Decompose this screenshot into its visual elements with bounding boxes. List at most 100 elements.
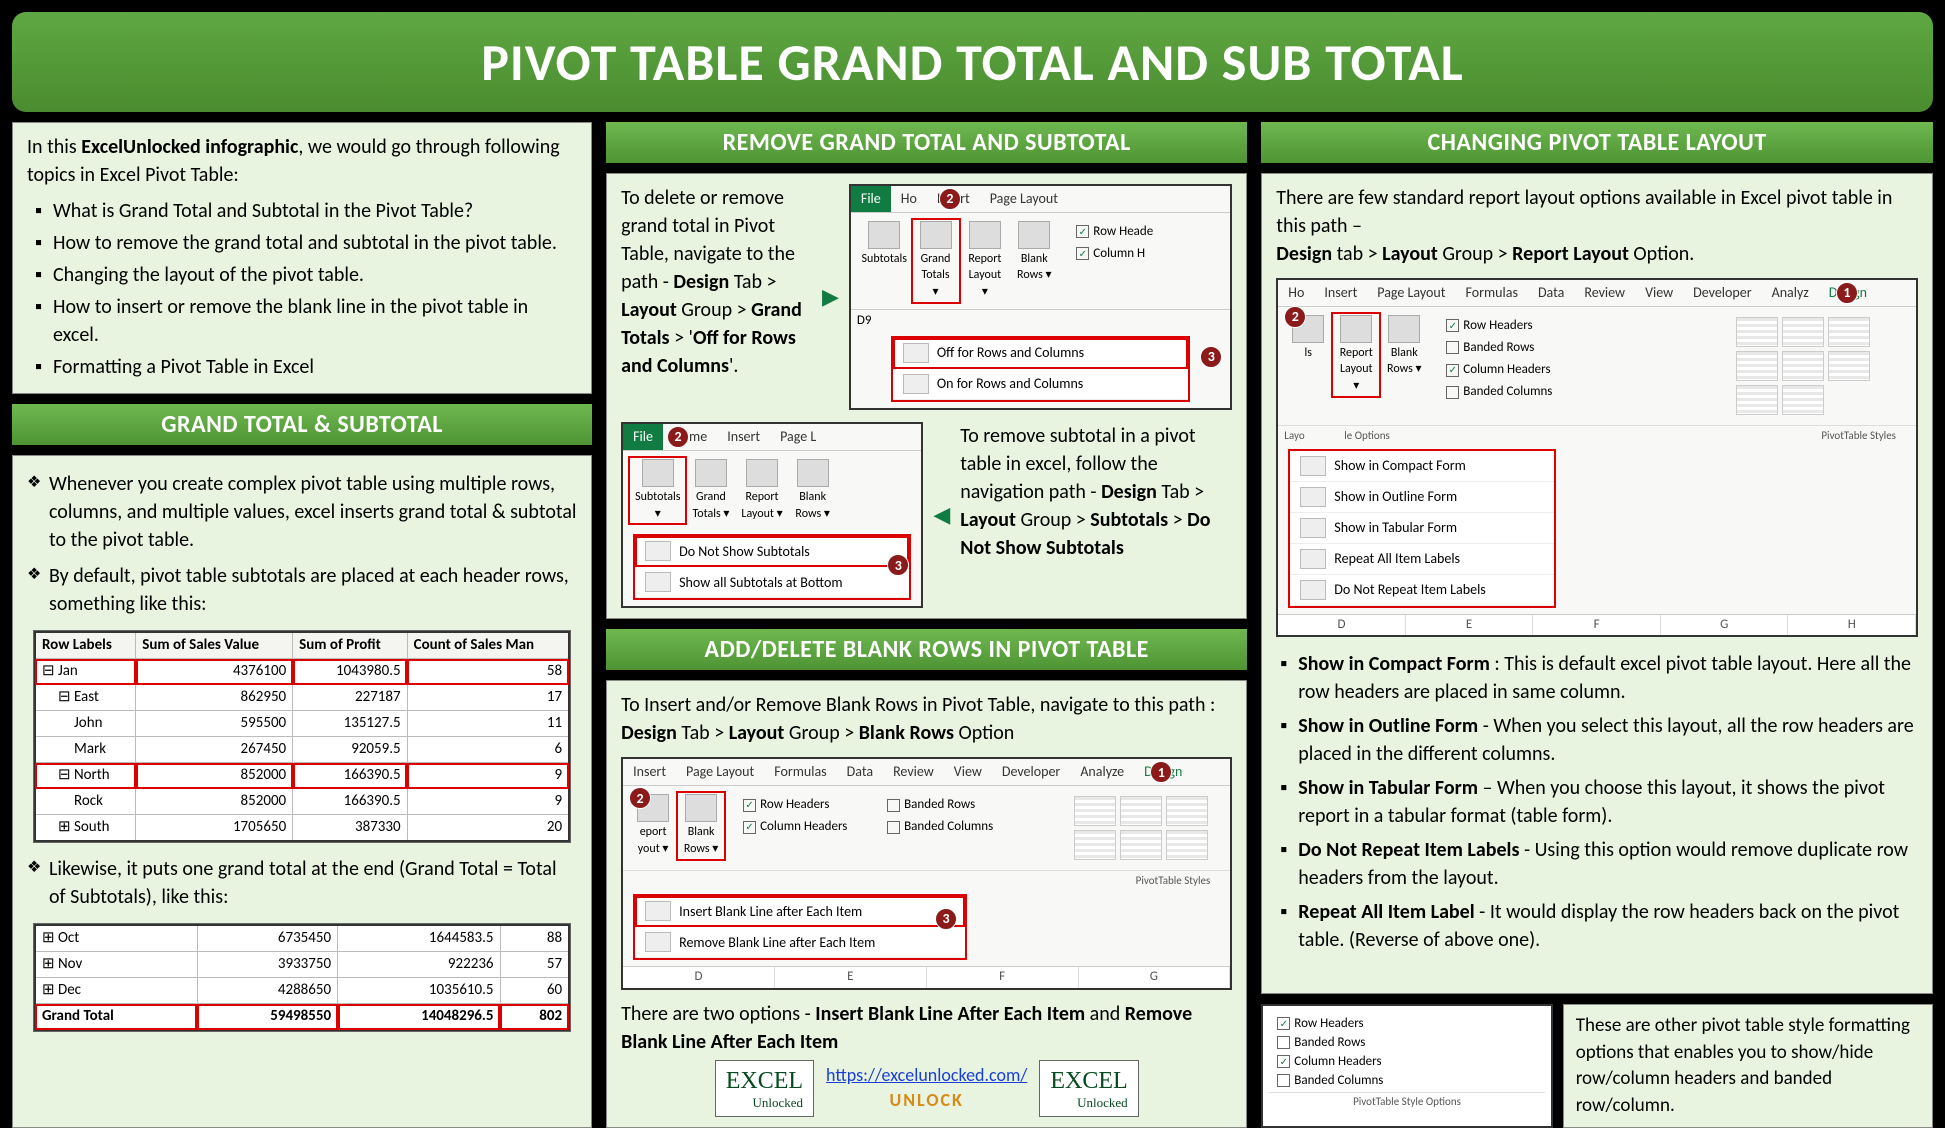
ribbon-tab[interactable]: Page L <box>770 424 826 450</box>
ribbon-tab[interactable]: Developer <box>1683 280 1761 306</box>
sec-layout-body: There are few standard report layout opt… <box>1261 173 1933 994</box>
sec-remove-body: To delete or remove grand total in Pivot… <box>606 173 1247 619</box>
menu-item[interactable]: Do Not Repeat Item Labels <box>1290 575 1554 606</box>
ribbon-button[interactable]: ReportLayout ▾ <box>735 457 788 525</box>
ribbon-tab[interactable]: Insert <box>1314 280 1367 306</box>
checkbox-option[interactable]: ✓Column H <box>1076 245 1216 263</box>
sec-blank-header: ADD/DELETE BLANK ROWS IN PIVOT TABLE <box>606 629 1247 670</box>
list-item: Repeat All Item Label - It would display… <box>1276 895 1918 957</box>
ribbon-button[interactable]: BlankRows ▾ <box>677 792 725 860</box>
ribbon-tab[interactable]: Review <box>883 759 944 785</box>
logo-left: EXCEL Unlocked <box>715 1060 814 1118</box>
sec-gtst-body: Whenever you create complex pivot table … <box>12 455 592 1128</box>
ribbon-button[interactable]: ReportLayout ▾ <box>1332 313 1380 397</box>
list-item: Show in Outline Form - When you select t… <box>1276 709 1918 771</box>
styles-gallery-2[interactable] <box>1732 313 1910 419</box>
ribbon-tab[interactable]: Page Layout <box>980 186 1068 212</box>
ribbon-tab[interactable]: Formulas <box>764 759 836 785</box>
menu-item[interactable]: Do Not Show Subtotals <box>635 536 909 567</box>
footer: EXCEL Unlocked https://excelunlocked.com… <box>621 1060 1232 1118</box>
checkbox-option[interactable]: Banded Columns <box>887 818 1027 836</box>
checkbox-option[interactable]: ✓Column Headers <box>1277 1054 1417 1069</box>
pivot-table-1: Row LabelsSum of Sales ValueSum of Profi… <box>33 630 571 843</box>
step-badge-3c: 3 <box>935 908 957 930</box>
ribbon-tab[interactable]: Analyz <box>1762 280 1819 306</box>
menu-item[interactable]: Remove Blank Line after Each Item <box>635 927 965 958</box>
ribbon-tab[interactable]: Developer <box>992 759 1070 785</box>
ribbon-button[interactable]: ReportLayout ▾ <box>960 219 1011 303</box>
checkbox-option[interactable]: ✓Row Headers <box>1446 317 1586 335</box>
ribbon-button[interactable]: GrandTotals ▾ <box>686 457 735 525</box>
checkbox-option[interactable]: ✓Row Headers <box>743 796 883 814</box>
blank-text2: There are two options - Insert Blank Lin… <box>621 1000 1232 1056</box>
checkbox-option[interactable]: Banded Columns <box>1446 383 1586 401</box>
columns: In this ExcelUnlocked infographic, we wo… <box>12 122 1933 1128</box>
menu-item[interactable]: Show in Compact Form <box>1290 451 1554 482</box>
ribbon-tab[interactable]: View <box>1635 280 1683 306</box>
col-left: In this ExcelUnlocked infographic, we wo… <box>12 122 592 1128</box>
ribbon-tab[interactable]: Ho <box>1278 280 1314 306</box>
ribbon-tab[interactable]: Data <box>1528 280 1574 306</box>
gtst-b1: Whenever you create complex pivot table … <box>27 466 577 558</box>
site-link[interactable]: https://excelunlocked.com/ <box>826 1064 1027 1086</box>
ribbon-tab[interactable]: Review <box>1574 280 1635 306</box>
checkbox-option[interactable]: ✓Column Headers <box>743 818 883 836</box>
checkbox-option[interactable]: Banded Rows <box>1277 1035 1417 1050</box>
layout-options-list: Show in Compact Form : This is default e… <box>1276 647 1918 957</box>
ribbon-tab[interactable]: Page Layout <box>1367 280 1455 306</box>
col-right: CHANGING PIVOT TABLE LAYOUT There are fe… <box>1261 122 1933 1128</box>
unlock-label: UNLOCK <box>889 1089 963 1111</box>
ribbon-button[interactable]: GrandTotals ▾ <box>912 219 960 303</box>
ribbon-tab[interactable]: File <box>623 424 663 450</box>
ribbon-tab[interactable]: Analyze <box>1070 759 1134 785</box>
remove-st-ribbon: FileHomeInsertPage L Subtotals▾GrandTota… <box>621 422 923 608</box>
list-item: What is Grand Total and Subtotal in the … <box>33 195 577 227</box>
gtst-b2: By default, pivot table subtotals are pl… <box>27 558 577 622</box>
arrow-right-icon: ▶ <box>822 282 839 313</box>
intro-block: In this ExcelUnlocked infographic, we wo… <box>12 122 592 394</box>
remove-gt-ribbon: FileHoInsertPage Layout SubtotalsGrandTo… <box>849 184 1232 410</box>
checkbox-option[interactable]: Banded Rows <box>1446 339 1586 357</box>
checkbox-option[interactable]: Banded Columns <box>1277 1073 1417 1088</box>
list-item: Show in Compact Form : This is default e… <box>1276 647 1918 709</box>
styles-gallery[interactable] <box>1070 792 1225 864</box>
ribbon-button[interactable]: BlankRows ▾ <box>1010 219 1058 303</box>
col-mid: REMOVE GRAND TOTAL AND SUBTOTAL To delet… <box>606 122 1247 1128</box>
menu-item[interactable]: Insert Blank Line after Each Item <box>635 896 965 927</box>
sec-blank-body: To Insert and/or Remove Blank Rows in Pi… <box>606 680 1247 1128</box>
remove-gt-text: To delete or remove grand total in Pivot… <box>621 184 812 380</box>
menu-item[interactable]: Show in Outline Form <box>1290 482 1554 513</box>
ribbon-button[interactable]: BlankRows ▾ <box>1380 313 1428 397</box>
ribbon-button[interactable]: Subtotals <box>857 219 912 303</box>
checkbox-option[interactable]: ✓Column Headers <box>1446 361 1586 379</box>
ribbon-button[interactable]: Subtotals▾ <box>629 457 686 525</box>
ribbon-button[interactable]: BlankRows ▾ <box>789 457 837 525</box>
checkbox-option[interactable]: Banded Rows <box>887 796 1027 814</box>
ribbon-tab[interactable]: Ho <box>891 186 927 212</box>
page-title: PIVOT TABLE GRAND TOTAL AND SUB TOTAL <box>12 12 1933 112</box>
pivot-table-2: ⊞ Oct67354501644583.588⊞ Nov393375092223… <box>33 923 571 1032</box>
menu-item[interactable]: Off for Rows and Columns <box>893 338 1188 369</box>
intro-topics: What is Grand Total and Subtotal in the … <box>27 195 577 383</box>
style-opts-box: ✓Row Headers Banded Rows ✓Column Headers Ba… <box>1261 1004 1552 1128</box>
remove-st-text: To remove subtotal in a pivot table in e… <box>960 422 1232 562</box>
sec-layout-header: CHANGING PIVOT TABLE LAYOUT <box>1261 122 1933 163</box>
ribbon-tab[interactable]: Page Layout <box>676 759 764 785</box>
ribbon-tab[interactable]: Formulas <box>1455 280 1527 306</box>
ribbon-tab[interactable]: Data <box>837 759 883 785</box>
list-item: Do Not Repeat Item Labels - Using this o… <box>1276 833 1918 895</box>
ribbon-tab[interactable]: Insert <box>717 424 770 450</box>
list-item: Formatting a Pivot Table in Excel <box>33 351 577 383</box>
checkbox-option[interactable]: ✓Row Headers <box>1277 1016 1417 1031</box>
checkbox-option[interactable]: ✓Row Heade <box>1076 223 1216 241</box>
menu-item[interactable]: Show in Tabular Form <box>1290 513 1554 544</box>
step-badge-2: 2 <box>939 188 961 210</box>
menu-item[interactable]: Show all Subtotals at Bottom <box>635 567 909 598</box>
ribbon-tab[interactable]: File <box>851 186 891 212</box>
menu-item[interactable]: On for Rows and Columns <box>893 369 1188 400</box>
layout-text1: There are few standard report layout opt… <box>1276 184 1918 268</box>
menu-item[interactable]: Repeat All Item Labels <box>1290 544 1554 575</box>
ribbon-tab[interactable]: Insert <box>623 759 676 785</box>
style-opts-desc: These are other pivot table style format… <box>1563 1004 1933 1128</box>
ribbon-tab[interactable]: View <box>944 759 992 785</box>
